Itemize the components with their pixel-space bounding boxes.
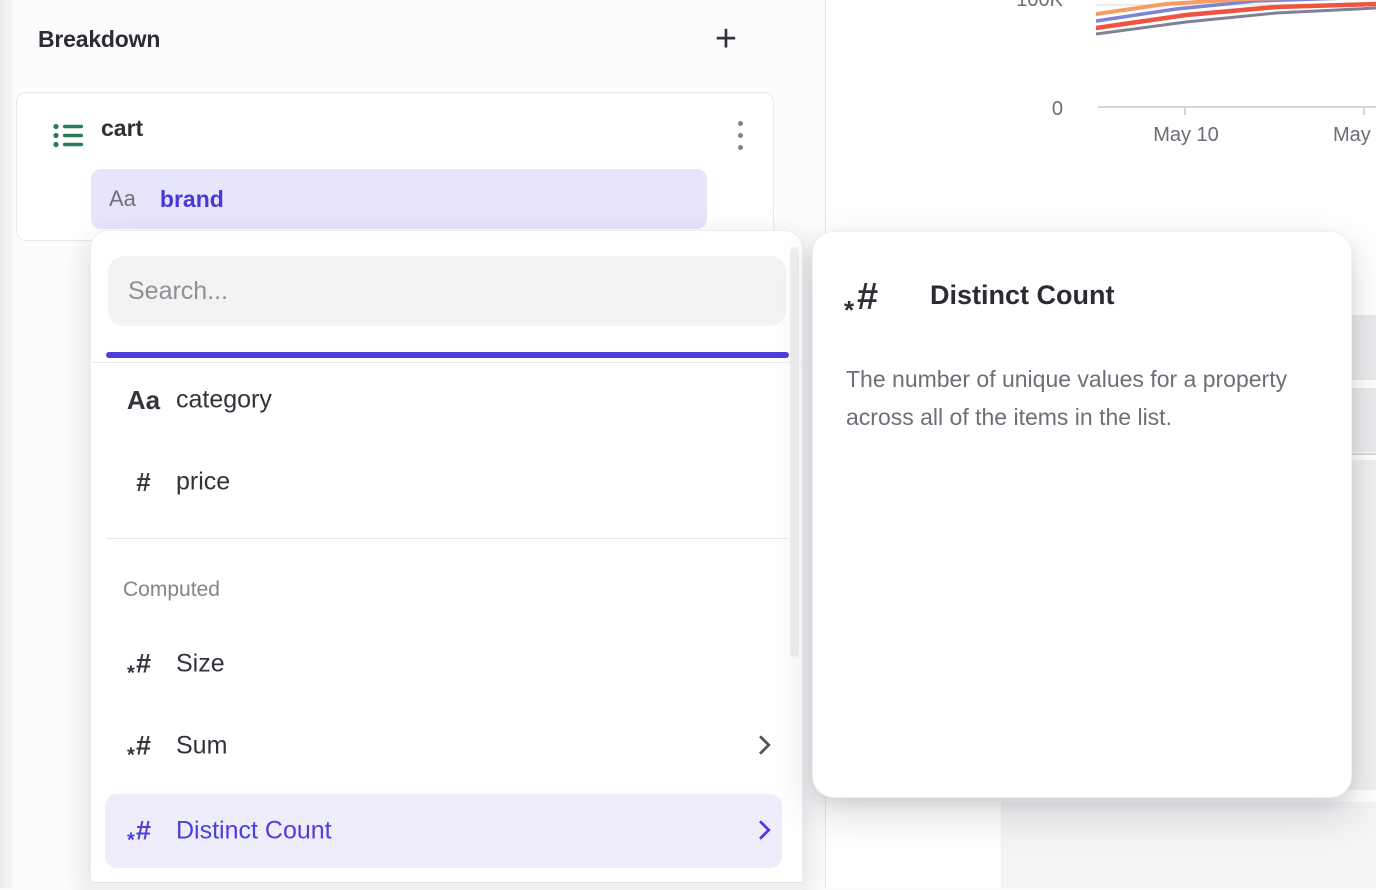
- dropdown-item-label: Size: [176, 650, 225, 679]
- computed-number-icon: #*: [857, 278, 878, 316]
- dropdown-item-sum[interactable]: #* Sum: [91, 721, 802, 771]
- x-axis-tick: [1363, 107, 1365, 115]
- text-type-icon: Aa: [121, 387, 166, 413]
- dropdown-item-label: Distinct Count: [176, 817, 332, 846]
- breakdown-property-label: brand: [160, 186, 224, 213]
- table-header-area: [1001, 802, 1376, 888]
- page-edge-strip: [0, 0, 14, 888]
- computed-number-icon: #*: [121, 651, 166, 678]
- search-input[interactable]: [108, 256, 786, 326]
- dropdown-item-price[interactable]: # price: [91, 457, 802, 507]
- dropdown-section-edge: [91, 882, 802, 890]
- breakdown-section-title: Breakdown: [38, 26, 160, 53]
- breakdown-property-chip[interactable]: Aa brand: [91, 169, 707, 229]
- x-axis-line: [1098, 106, 1376, 108]
- chevron-right-icon: [751, 820, 771, 840]
- kebab-menu-icon[interactable]: [720, 109, 760, 161]
- x-axis-tick: [1184, 107, 1186, 115]
- x-axis-label-may10: May 10: [1136, 124, 1236, 147]
- dropdown-item-label: category: [176, 386, 272, 415]
- x-axis-label-may1: May 1: [1333, 124, 1376, 147]
- computed-number-icon: #*: [121, 733, 166, 760]
- computed-number-icon: #*: [121, 818, 166, 845]
- list-icon: [53, 122, 83, 149]
- dropdown-item-category[interactable]: Aa category: [91, 375, 802, 425]
- property-dropdown: Aa category # price Computed #* Size #* …: [90, 230, 803, 888]
- tooltip-title: Distinct Count: [930, 280, 1114, 311]
- computed-section-label: Computed: [123, 578, 220, 602]
- dropdown-item-label: price: [176, 468, 230, 497]
- dropdown-item-distinct-count[interactable]: #* Distinct Count: [105, 794, 782, 868]
- tooltip-description: The number of unique values for a proper…: [846, 360, 1324, 436]
- scrollbar-thumb[interactable]: [790, 247, 799, 657]
- line-chart: [1096, 0, 1376, 50]
- y-axis-label-0: 0: [963, 99, 1063, 119]
- breakdown-card: cart Aa brand: [16, 92, 774, 241]
- add-breakdown-button[interactable]: +: [704, 14, 748, 64]
- number-type-icon: #: [121, 469, 166, 495]
- chevron-right-icon: [751, 735, 771, 755]
- y-axis-label-100k: 100K: [963, 0, 1063, 10]
- tab-underline: [91, 362, 802, 363]
- text-type-icon: Aa: [109, 186, 136, 212]
- property-description-tooltip: #* Distinct Count The number of unique v…: [812, 231, 1352, 798]
- active-tab-indicator: [106, 352, 789, 358]
- list-name-label: cart: [101, 115, 143, 142]
- dropdown-divider: [106, 538, 789, 539]
- dropdown-item-label: Sum: [176, 732, 227, 761]
- dropdown-item-size[interactable]: #* Size: [91, 639, 802, 689]
